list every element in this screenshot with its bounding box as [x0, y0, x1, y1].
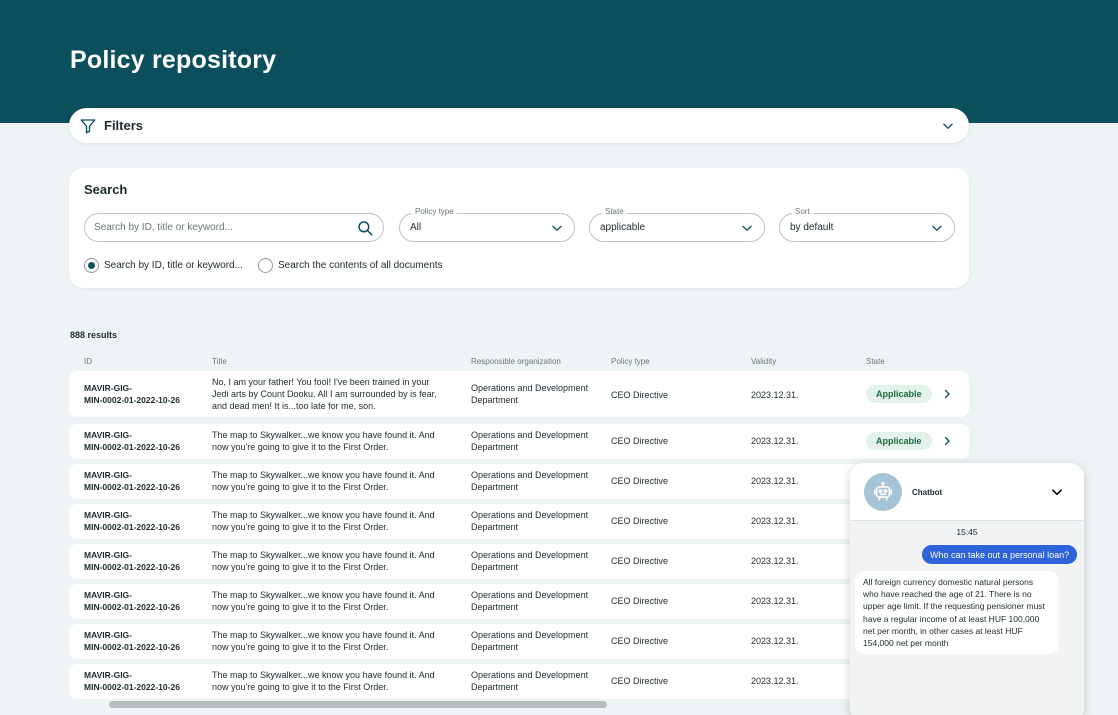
- chevron-down-icon[interactable]: [1050, 485, 1064, 499]
- radio-search-contents[interactable]: Search the contents of all documents: [258, 258, 443, 273]
- chatbot-panel: Chatbot 15:45 Who can take out a persona…: [850, 463, 1084, 715]
- sort-label: Sort: [792, 207, 813, 216]
- row-title: The map to Skywalker...we know you have …: [212, 630, 435, 652]
- table-row[interactable]: MAVIR-GIG- MIN-0002-01-2022-10-26 The map…: [69, 624, 969, 659]
- table-row[interactable]: MAVIR-GIG- MIN-0002-01-2022-10-26 The map…: [69, 504, 969, 539]
- row-title: The map to Skywalker...we know you have …: [212, 430, 435, 452]
- row-organization: Operations and Development Department: [471, 630, 589, 652]
- table-row[interactable]: MAVIR-GIG- MIN-0002-01-2022-10-26 The map…: [69, 424, 969, 459]
- filters-bar[interactable]: Filters: [69, 108, 969, 143]
- row-policy-type: CEO Directive: [611, 436, 669, 446]
- row-id: MAVIR-GIG- MIN-0002-01-2022-10-26: [84, 550, 180, 572]
- row-id: MAVIR-GIG- MIN-0002-01-2022-10-26: [84, 383, 180, 405]
- policy-type-value: All: [410, 222, 422, 233]
- filter-icon: [80, 118, 96, 133]
- search-icon[interactable]: [356, 219, 374, 237]
- row-id: MAVIR-GIG- MIN-0002-01-2022-10-26: [84, 630, 180, 652]
- row-policy-type: CEO Directive: [611, 390, 669, 400]
- sort-value: by default: [790, 222, 834, 233]
- column-header-policy-type: Policy type: [611, 357, 650, 366]
- chevron-down-icon: [742, 225, 752, 231]
- row-validity: 2023.12.31.: [751, 596, 799, 606]
- column-header-id: ID: [84, 357, 92, 366]
- state-select[interactable]: State applicable: [589, 207, 765, 242]
- row-title: No, I am your father! You fool! I've bee…: [212, 377, 437, 411]
- table-row[interactable]: MAVIR-GIG- MIN-0002-01-2022-10-26 The map…: [69, 584, 969, 619]
- row-validity: 2023.12.31.: [751, 676, 799, 686]
- status-badge: Applicable: [866, 385, 932, 403]
- row-title: The map to Skywalker...we know you have …: [212, 550, 435, 572]
- search-input-wrapper[interactable]: [84, 213, 384, 242]
- row-policy-type: CEO Directive: [611, 556, 669, 566]
- row-id: MAVIR-GIG- MIN-0002-01-2022-10-26: [84, 670, 180, 692]
- radio-button[interactable]: [84, 258, 99, 273]
- row-organization: Operations and Development Department: [471, 430, 589, 452]
- row-title: The map to Skywalker...we know you have …: [212, 470, 435, 492]
- chevron-right-icon[interactable]: [941, 435, 953, 447]
- table-row[interactable]: MAVIR-GIG- MIN-0002-01-2022-10-26 The map…: [69, 464, 969, 499]
- chatbot-name: Chatbot: [912, 488, 943, 497]
- chat-timestamp: 15:45: [956, 527, 978, 537]
- chatbot-header[interactable]: Chatbot: [850, 463, 1084, 521]
- row-validity: 2023.12.31.: [751, 436, 799, 446]
- row-title: The map to Skywalker...we know you have …: [212, 590, 435, 612]
- sort-select[interactable]: Sort by default: [779, 207, 955, 242]
- chevron-down-icon: [552, 225, 562, 231]
- row-title: The map to Skywalker...we know you have …: [212, 670, 435, 692]
- bot-message: All foreign currency domestic natural pe…: [855, 571, 1059, 655]
- row-organization: Operations and Development Department: [471, 510, 589, 532]
- status-badge: Applicable: [866, 432, 932, 450]
- row-organization: Operations and Development Department: [471, 383, 589, 405]
- table-row[interactable]: MAVIR-GIG- MIN-0002-01-2022-10-26 The map…: [69, 544, 969, 579]
- row-validity: 2023.12.31.: [751, 636, 799, 646]
- user-message: Who can take out a personal loan?: [922, 545, 1078, 564]
- chevron-right-icon[interactable]: [941, 388, 953, 400]
- row-id: MAVIR-GIG- MIN-0002-01-2022-10-26: [84, 510, 180, 532]
- row-organization: Operations and Development Department: [471, 550, 589, 572]
- table-row[interactable]: MAVIR-GIG- MIN-0002-01-2022-10-26 The map…: [69, 664, 969, 699]
- column-header-validity: Validity: [751, 357, 777, 366]
- search-input[interactable]: [94, 222, 356, 233]
- row-id: MAVIR-GIG- MIN-0002-01-2022-10-26: [84, 430, 180, 452]
- row-validity: 2023.12.31.: [751, 556, 799, 566]
- radio-search-id[interactable]: Search by ID, title or keyword...: [84, 258, 243, 273]
- policy-type-label: Policy type: [412, 207, 457, 216]
- chevron-down-icon: [932, 225, 942, 231]
- row-policy-type: CEO Directive: [611, 476, 669, 486]
- search-panel: Search Policy type All State applicable …: [69, 168, 969, 288]
- row-organization: Operations and Development Department: [471, 470, 589, 492]
- row-policy-type: CEO Directive: [611, 676, 669, 686]
- table-row[interactable]: MAVIR-GIG- MIN-0002-01-2022-10-26 No, I a…: [69, 371, 969, 417]
- avatar: [864, 473, 902, 511]
- row-organization: Operations and Development Department: [471, 670, 589, 692]
- column-header-organization: Responsible organization: [471, 357, 561, 366]
- radio-label: Search by ID, title or keyword...: [104, 260, 243, 271]
- row-policy-type: CEO Directive: [611, 596, 669, 606]
- page-title: Policy repository: [70, 46, 277, 74]
- column-header-title: Title: [212, 357, 227, 366]
- row-validity: 2023.12.31.: [751, 516, 799, 526]
- row-policy-type: CEO Directive: [611, 636, 669, 646]
- column-header-state: State: [866, 357, 885, 366]
- radio-label: Search the contents of all documents: [278, 260, 443, 271]
- row-id: MAVIR-GIG- MIN-0002-01-2022-10-26: [84, 590, 180, 612]
- row-validity: 2023.12.31.: [751, 390, 799, 400]
- radio-button[interactable]: [258, 258, 273, 273]
- policy-type-select[interactable]: Policy type All: [399, 207, 575, 242]
- state-label: State: [602, 207, 627, 216]
- row-organization: Operations and Development Department: [471, 590, 589, 612]
- filters-label: Filters: [104, 118, 144, 133]
- state-value: applicable: [600, 222, 646, 233]
- row-validity: 2023.12.31.: [751, 476, 799, 486]
- horizontal-scrollbar[interactable]: [109, 701, 607, 708]
- row-title: The map to Skywalker...we know you have …: [212, 510, 435, 532]
- row-id: MAVIR-GIG- MIN-0002-01-2022-10-26: [84, 470, 180, 492]
- search-title: Search: [84, 182, 128, 197]
- results-count: 888 results: [70, 330, 118, 340]
- chevron-down-icon[interactable]: [941, 119, 955, 133]
- row-policy-type: CEO Directive: [611, 516, 669, 526]
- robot-icon: [873, 481, 893, 501]
